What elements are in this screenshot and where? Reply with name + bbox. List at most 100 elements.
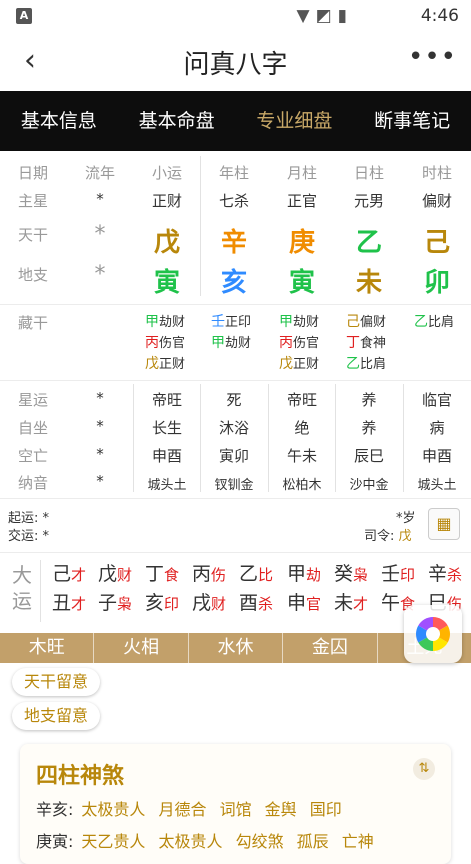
tab-notes[interactable]: 断事笔记 <box>353 91 471 151</box>
header-date: 日期 <box>17 164 48 182</box>
battery-charging-icon: ▮ <box>337 6 353 26</box>
dayun-gan-shen: 才 <box>71 566 87 584</box>
dayun-gan-shen: 食 <box>164 566 180 584</box>
cell-value: * <box>96 472 104 490</box>
clock: 4:46 <box>420 6 459 26</box>
cell-value: 养 <box>361 391 377 409</box>
cell-value: * <box>96 190 104 208</box>
dayun-item[interactable]: 癸枭 未才 <box>334 560 380 618</box>
dayun-item[interactable]: 戊财 子枭 <box>98 560 144 618</box>
wuxing-bar: 木旺 火相 水休 金囚 土死 <box>0 633 471 663</box>
row-label: 空亡 <box>17 447 48 465</box>
canggan-shen: 食神 <box>360 336 387 351</box>
zizuo-row: 自坐 * 长生 沐浴 绝 养 病 <box>0 417 471 447</box>
shensha-values: 太极贵人 月德合 词馆 金舆 国印 <box>81 800 342 819</box>
dayun-gan-shen: 财 <box>117 566 133 584</box>
row-label: 主星 <box>17 192 48 210</box>
dayun-gan: 戊 <box>98 563 118 585</box>
cell-value: 养 <box>361 419 377 437</box>
tiangan-char: 己 <box>423 228 450 258</box>
row-label: 自坐 <box>17 419 48 437</box>
dayun-label: 大 运 <box>10 562 34 614</box>
header-month: 月柱 <box>286 164 317 182</box>
canggan-shen: 劫财 <box>225 336 252 351</box>
dayun-gan-shen: 劫 <box>306 566 322 584</box>
cell-value: 沐浴 <box>218 419 249 437</box>
canggan-gan: 丙 <box>279 335 293 351</box>
cell-value: 沙中金 <box>349 478 389 493</box>
cell-value: 绝 <box>294 419 310 437</box>
row-label: 天干 <box>17 226 48 244</box>
tab-professional-chart[interactable]: 专业细盘 <box>236 91 354 151</box>
tab-basic-info[interactable]: 基本信息 <box>0 91 118 151</box>
row-label: 地支 <box>17 266 48 284</box>
dayun-zhi: 午 <box>381 592 401 614</box>
canggan-day: 己偏财 丁食神 乙比肩 <box>346 312 386 375</box>
row-label: 星运 <box>17 391 48 409</box>
cell-value: 长生 <box>151 419 182 437</box>
sort-arrows-icon[interactable]: ⇅ <box>413 758 435 780</box>
dayun-zhi-shen: 枭 <box>117 595 133 613</box>
cell-value: 午未 <box>286 447 317 465</box>
dayun-zhi-shen: 印 <box>164 595 180 613</box>
dayun-item[interactable]: 丁食 亥印 <box>145 560 191 618</box>
dizhi-notice-button[interactable]: 地支留意 <box>12 702 101 730</box>
more-dots-icon[interactable]: ••• <box>408 42 457 72</box>
cell-value: 钗钏金 <box>214 478 254 493</box>
cell-value: 松柏木 <box>282 478 322 493</box>
calendar-icon[interactable]: ▦ <box>428 508 460 540</box>
canggan-shen: 正财 <box>293 357 320 372</box>
canggan-shen: 正财 <box>159 357 186 372</box>
siling-label: 司令: <box>364 529 395 544</box>
wuxing-item: 金囚 <box>283 633 378 663</box>
shensha-pillar: 庚寅: <box>36 832 74 851</box>
app-notification-icon: A <box>16 8 32 24</box>
dizhi-char: 寅 <box>288 268 315 298</box>
canggan-shen: 劫财 <box>293 315 320 330</box>
dayun-item[interactable]: 乙比 酉杀 <box>239 560 285 618</box>
header-day: 日柱 <box>353 164 384 182</box>
tiangan-char: 庚 <box>288 228 315 258</box>
canggan-gan: 甲 <box>279 314 293 330</box>
canggan-gan: 壬 <box>211 314 225 330</box>
color-wheel-icon[interactable] <box>404 605 462 663</box>
canggan-gan: 戊 <box>145 356 159 372</box>
cell-value: 辰巳 <box>353 447 384 465</box>
dayun-zhi-shen: 官 <box>306 595 322 613</box>
dayun-item[interactable]: 甲劫 申官 <box>287 560 333 618</box>
cell-value: * <box>96 445 104 463</box>
header-xiaoyun: 小运 <box>151 164 182 182</box>
column-divider <box>40 560 41 622</box>
divider <box>0 498 471 499</box>
qiyun-text: 起运: * <box>8 511 50 526</box>
dayun-gan: 癸 <box>334 563 354 585</box>
shensha-title: 四柱神煞 <box>36 764 125 789</box>
divider <box>0 552 471 553</box>
cell-value: 城头土 <box>147 478 187 493</box>
canggan-year: 壬正印 甲劫财 <box>211 312 251 354</box>
divider <box>0 380 471 381</box>
dayun-zhi: 未 <box>334 592 354 614</box>
tiangan-char: 辛 <box>220 228 247 258</box>
canggan-shen: 劫财 <box>159 315 186 330</box>
tab-basic-chart[interactable]: 基本命盘 <box>118 91 236 151</box>
shensha-values: 天乙贵人 太极贵人 勾绞煞 孤辰 亡神 <box>81 832 374 851</box>
siling-value: 戊 <box>398 529 412 544</box>
dayun-item[interactable]: 己才 丑才 <box>52 560 98 618</box>
dayun-gan: 丙 <box>192 563 212 585</box>
dayun-zhi: 丑 <box>52 592 72 614</box>
status-bar: A ▼◩▮ 4:46 <box>0 0 471 34</box>
cell-value: * <box>94 262 106 287</box>
tiangan-notice-button[interactable]: 天干留意 <box>12 668 101 696</box>
cell-value: 偏财 <box>421 192 452 210</box>
dayun-gan-shen: 伤 <box>211 566 227 584</box>
cell-value: 正财 <box>151 192 182 210</box>
canggan-gan: 乙 <box>414 314 428 330</box>
dayun-item[interactable]: 丙伤 戌财 <box>192 560 238 618</box>
tiangan-row: 天干 * 戊 辛 庚 乙 己 <box>0 222 471 262</box>
cell-value: 正官 <box>286 192 317 210</box>
canggan-month: 甲劫财 丙伤官 戊正财 <box>279 312 319 375</box>
wifi-icon: ▼ <box>296 6 316 26</box>
row-label: 纳音 <box>17 474 48 492</box>
wuxing-item: 水休 <box>189 633 284 663</box>
